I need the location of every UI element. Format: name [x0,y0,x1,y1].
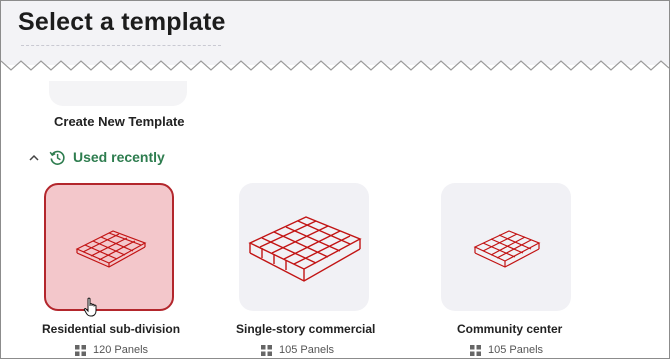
template-card-community-center[interactable]: Community center 105 Panels [441,183,611,358]
cut-off-text [21,45,221,49]
building-model-icon [248,216,362,282]
panels-grid-icon [470,344,481,356]
template-meta: 120 Panels [75,344,148,356]
template-meta: 105 Panels [261,344,334,356]
header-band: Select a template [1,1,669,65]
template-thumbnail[interactable] [239,183,369,311]
template-thumbnail[interactable] [441,183,571,311]
building-model-icon [473,230,541,268]
template-thumbnail[interactable] [44,183,174,311]
hand-cursor-icon [83,297,97,317]
chevron-up-icon[interactable] [27,150,41,164]
create-template-label[interactable]: Create New Template [54,114,185,129]
create-template-card[interactable] [49,81,187,106]
panels-grid-icon [75,344,86,356]
history-icon [49,148,67,166]
panels-grid-icon [261,344,272,356]
template-name: Community center [457,322,563,336]
panel-count: 105 Panels [488,344,544,356]
template-name: Single-story commercial [236,322,376,336]
template-card-residential[interactable]: Residential sub-division 120 Panels [42,183,214,358]
section-title: Used recently [73,149,165,165]
screenshot-frame: Select a template Create New Template Us… [0,0,670,359]
building-model-icon [75,230,147,268]
panel-count: 120 Panels [93,344,149,356]
panel-count: 105 Panels [279,344,335,356]
template-name: Residential sub-division [42,322,181,336]
template-meta: 105 Panels [470,344,543,356]
used-recently-header[interactable]: Used recently [27,147,165,167]
page-title: Select a template [18,8,226,36]
template-card-single-story[interactable]: Single-story commercial 105 Panels [236,183,409,358]
